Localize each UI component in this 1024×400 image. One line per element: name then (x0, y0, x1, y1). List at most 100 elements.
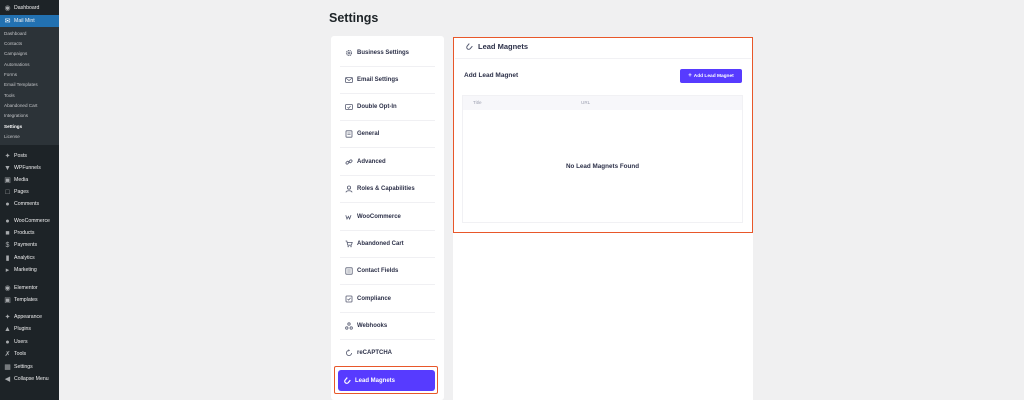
menu-woocommerce-label: WooCommerce (14, 218, 50, 224)
menu-elementor-label: Elementor (14, 285, 38, 291)
menu-analytics-label: Analytics (14, 255, 35, 261)
nav-general-label: General (357, 131, 380, 137)
menu-posts-label: Posts (14, 153, 27, 159)
user-icon (345, 185, 353, 193)
pages-icon: □ (5, 188, 10, 196)
nav-woocommerce[interactable]: WooCommerce (340, 204, 435, 231)
nav-recaptcha[interactable]: reCAPTCHA (340, 340, 435, 367)
nav-general[interactable]: General (340, 121, 435, 148)
menu-woocommerce[interactable]: ● WooCommerce (0, 216, 59, 226)
recaptcha-icon (345, 349, 353, 357)
cart-icon (345, 240, 353, 248)
menu-mail-mint-label: Mail Mint (14, 18, 35, 24)
nav-abandoned-cart[interactable]: Abandoned Cart (340, 231, 435, 258)
menu-media[interactable]: ▣ Media (0, 175, 59, 185)
templates-icon: ▣ (4, 296, 11, 304)
document-icon (345, 130, 353, 138)
brush-icon: ✦ (4, 313, 11, 321)
menu-dashboard[interactable]: ◉ Dashboard (0, 3, 59, 13)
menu-plugins-label: Plugins (14, 326, 32, 332)
nav-email-settings-label: Email Settings (357, 77, 399, 83)
menu-marketing-label: Marketing (14, 267, 37, 273)
collapse-menu[interactable]: ◀ Collapse Menu (0, 374, 59, 384)
menu-wpfunnels[interactable]: ▼ WPFunnels (0, 163, 59, 173)
dashboard-icon: ◉ (4, 4, 11, 12)
nav-contact-fields[interactable]: Contact Fields (340, 258, 435, 285)
menu-pages-label: Pages (14, 189, 29, 195)
compliance-icon (345, 295, 353, 303)
menu-analytics[interactable]: ▮ Analytics (0, 253, 59, 263)
nav-email-settings[interactable]: Email Settings (340, 67, 435, 94)
menu-appearance-label: Appearance (14, 314, 42, 320)
envelope-check-icon (345, 103, 353, 111)
menu-users-label: Users (14, 339, 28, 345)
menu-payments[interactable]: $ Payments (0, 240, 59, 250)
webhook-icon (345, 322, 353, 330)
menu-pages[interactable]: □ Pages (0, 187, 59, 197)
menu-tools-label: Tools (14, 351, 27, 357)
menu-users[interactable]: ● Users (0, 337, 59, 347)
nav-roles-capabilities[interactable]: Roles & Capabilities (340, 176, 435, 203)
user-icon: ● (5, 338, 10, 346)
collapse-icon: ◀ (4, 375, 11, 383)
nav-business-settings[interactable]: Business Settings (340, 40, 435, 67)
plugin-icon: ▲ (4, 325, 11, 333)
wrench-icon: ✗ (4, 350, 11, 358)
menu-mail-mint[interactable]: ✉ Mail Mint (0, 15, 59, 27)
nav-woocommerce-label: WooCommerce (357, 214, 401, 220)
menu-payments-label: Payments (14, 242, 38, 248)
submenu-contacts[interactable]: Contacts (4, 41, 22, 46)
menu-appearance[interactable]: ✦ Appearance (0, 312, 59, 322)
submenu-abandoned-cart[interactable]: Abandoned Cart (4, 103, 37, 108)
submenu-automations[interactable]: Automations (4, 62, 30, 67)
nav-webhooks[interactable]: Webhooks (340, 313, 435, 340)
menu-templates[interactable]: ▣ Templates (0, 295, 59, 305)
collapse-menu-label: Collapse Menu (14, 376, 49, 382)
nav-recaptcha-label: reCAPTCHA (357, 350, 393, 356)
submenu-integrations[interactable]: Integrations (4, 113, 28, 118)
menu-settings-label: Settings (14, 364, 33, 370)
nav-roles-capabilities-label: Roles & Capabilities (357, 186, 415, 192)
nav-webhooks-label: Webhooks (357, 323, 388, 329)
mail-icon: ✉ (4, 17, 11, 25)
nav-double-opt-in[interactable]: Double Opt-In (340, 94, 435, 121)
nav-advanced[interactable]: Advanced (340, 149, 435, 176)
nav-contact-fields-label: Contact Fields (357, 268, 399, 274)
submenu-tools[interactable]: Tools (4, 93, 15, 98)
menu-marketing[interactable]: ▸ Marketing (0, 265, 59, 275)
menu-products[interactable]: ■ Products (0, 228, 59, 238)
submenu-email-templates[interactable]: Email Templates (4, 82, 38, 87)
envelope-icon (345, 76, 353, 84)
mail-mint-submenu: Dashboard Contacts Campaigns Automations… (0, 27, 59, 145)
nav-compliance[interactable]: Compliance (340, 286, 435, 313)
menu-elementor[interactable]: ◉ Elementor (0, 283, 59, 293)
submenu-forms[interactable]: Forms (4, 72, 17, 77)
elementor-icon: ◉ (4, 284, 11, 292)
menu-plugins[interactable]: ▲ Plugins (0, 324, 59, 334)
submenu-campaigns[interactable]: Campaigns (4, 51, 27, 56)
menu-posts[interactable]: ✦ Posts (0, 151, 59, 161)
settings-icon: ▦ (4, 363, 11, 371)
link-icon (345, 158, 353, 166)
menu-dashboard-label: Dashboard (14, 5, 40, 11)
submenu-dashboard[interactable]: Dashboard (4, 31, 26, 36)
woo-icon: ● (5, 217, 10, 225)
pin-icon: ✦ (4, 152, 11, 160)
funnel-icon: ▼ (4, 164, 11, 172)
wp-admin-sidebar: ◉ Dashboard ✉ Mail Mint Dashboard Contac… (0, 0, 59, 400)
content-highlight-box (453, 37, 753, 233)
products-icon: ■ (5, 229, 10, 237)
nav-compliance-label: Compliance (357, 296, 392, 302)
menu-comments-label: Comments (14, 201, 40, 207)
menu-products-label: Products (14, 230, 35, 236)
menu-comments[interactable]: ● Comments (0, 199, 59, 209)
submenu-settings[interactable]: Settings (4, 124, 22, 129)
menu-tools[interactable]: ✗ Tools (0, 349, 59, 359)
menu-templates-label: Templates (14, 297, 38, 303)
submenu-license[interactable]: License (4, 134, 20, 139)
comment-icon: ● (5, 200, 10, 208)
nav-highlight-box (334, 366, 438, 394)
woo-icon (345, 213, 353, 221)
gear-icon (345, 49, 353, 57)
menu-settings[interactable]: ▦ Settings (0, 362, 59, 372)
